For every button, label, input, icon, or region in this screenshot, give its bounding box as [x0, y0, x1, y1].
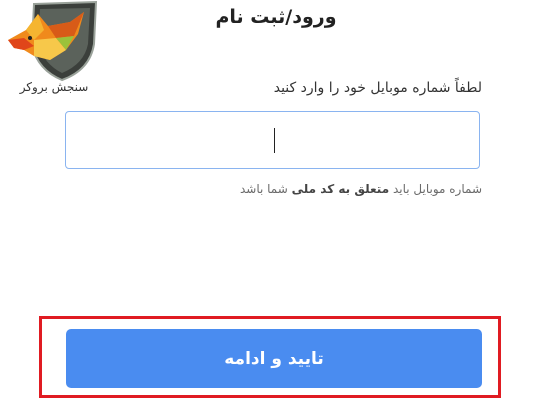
login-page: سنجش بروکر ورود/ثبت نام لطفاً شماره موبا… [0, 0, 552, 408]
phone-hint-text: شماره موبایل باید متعلق به کد ملی شما با… [240, 182, 482, 196]
phone-number-input[interactable] [65, 111, 480, 169]
hint-suffix: شما باشد [239, 182, 292, 196]
text-caret [274, 128, 275, 153]
logo-text: سنجش بروکر [19, 80, 89, 94]
hint-prefix: شماره موبایل باید [389, 182, 482, 196]
hint-emphasis: متعلق به کد ملی [291, 182, 390, 196]
page-title: ورود/ثبت نام [215, 6, 337, 28]
confirm-continue-button[interactable]: تایید و ادامه [66, 329, 482, 388]
phone-prompt-label: لطفاً شماره موبایل خود را وارد کنید [273, 80, 482, 96]
